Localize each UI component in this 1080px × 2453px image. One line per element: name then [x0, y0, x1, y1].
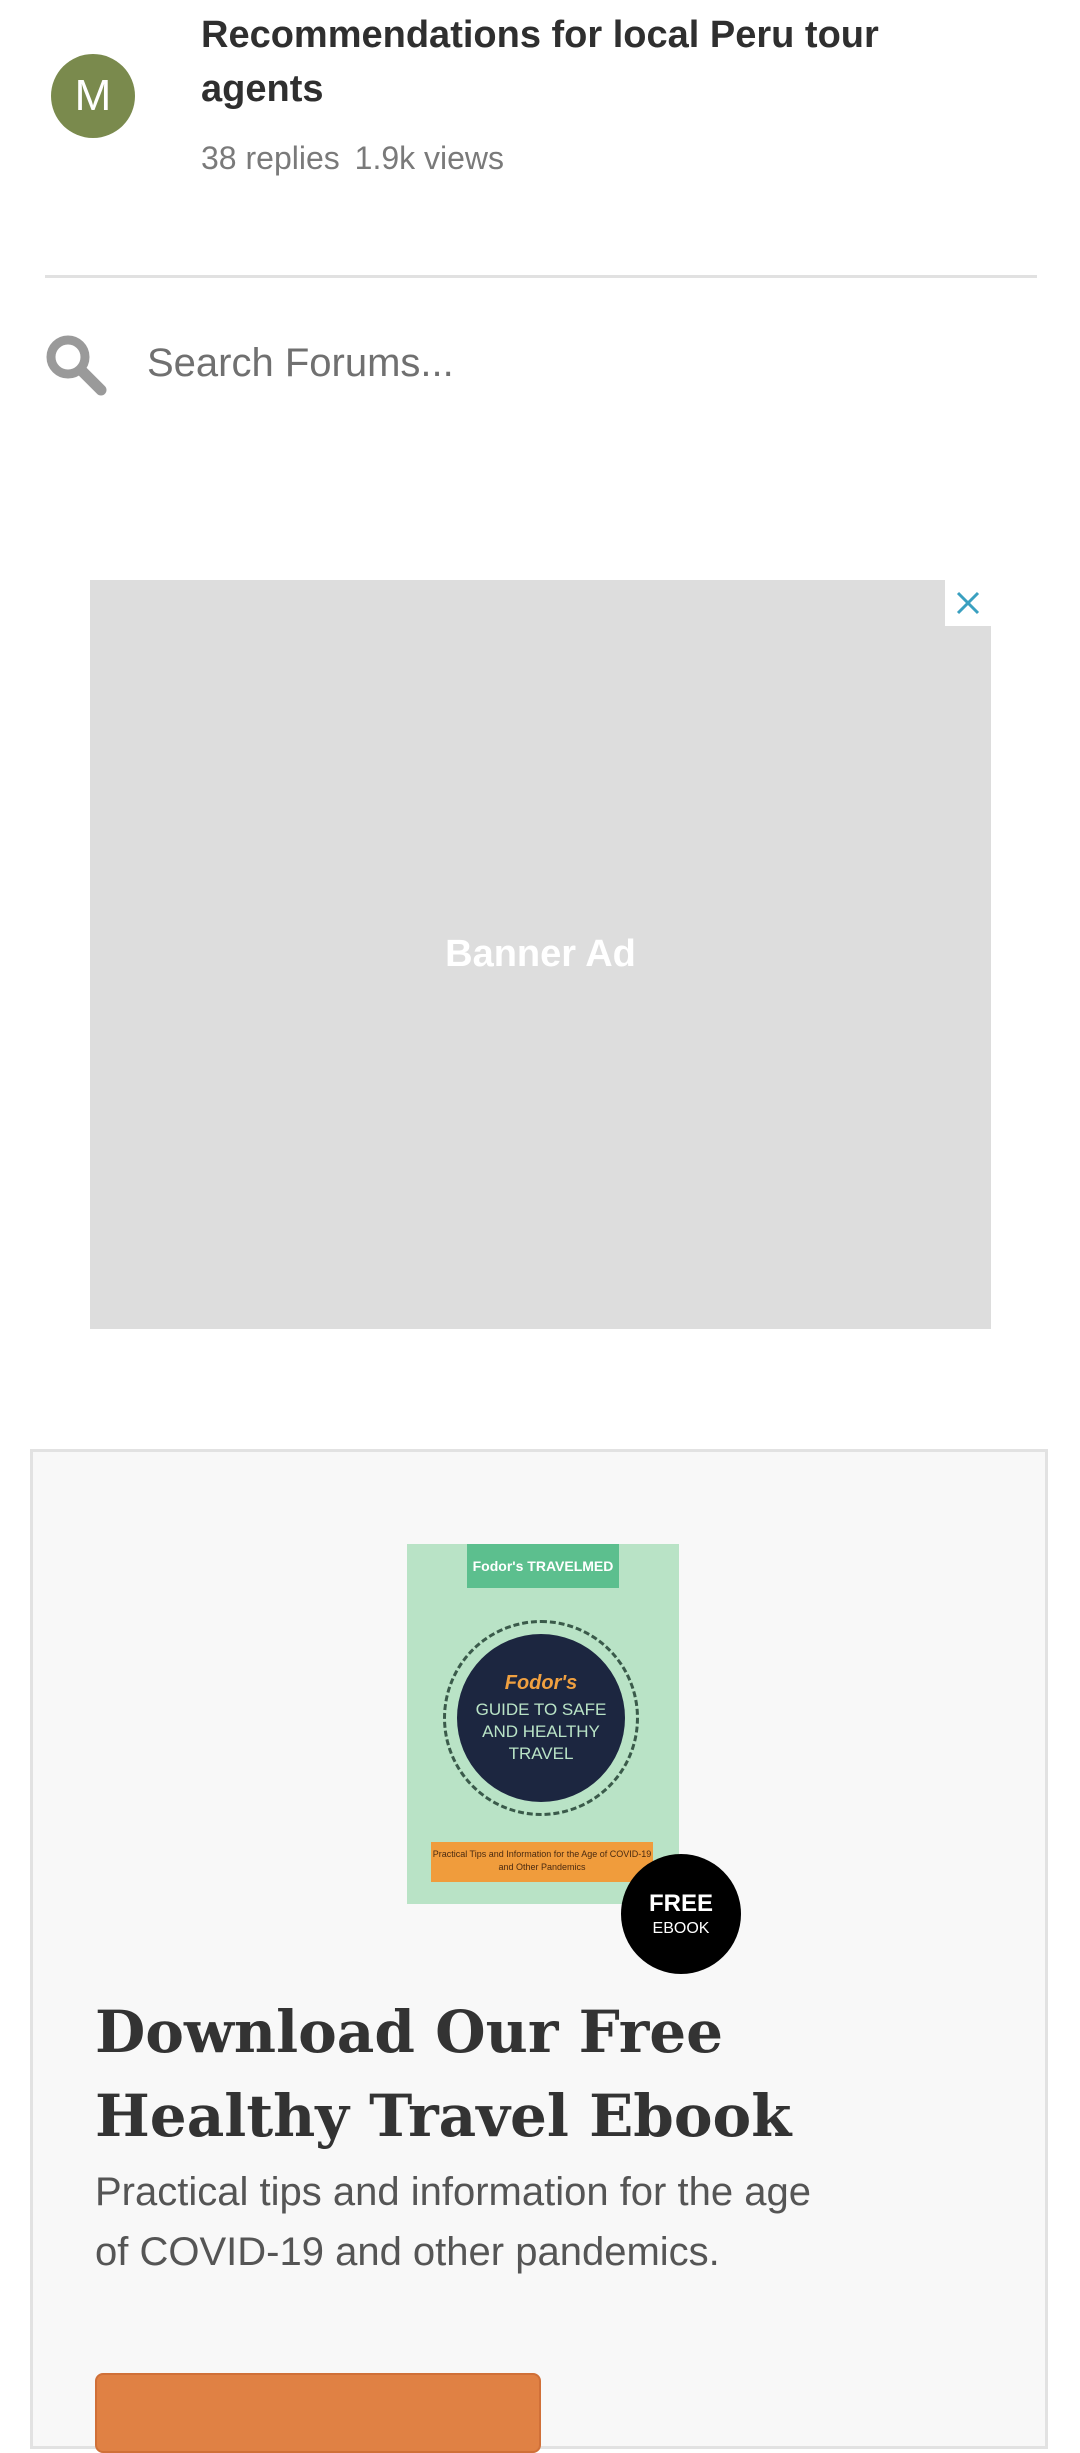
cover-title: GUIDE TO SAFE AND HEALTHY TRAVEL [475, 1699, 607, 1763]
cover-top-label: Fodor's TRAVELMED [467, 1544, 619, 1588]
thread-item[interactable]: M Recommendations for local Peru tour ag… [0, 0, 1080, 278]
search-icon[interactable] [43, 332, 109, 398]
badge-main: FREE [648, 1890, 713, 1917]
ad-close-button[interactable] [945, 580, 991, 626]
free-ebook-badge: FREE EBOOK [621, 1854, 741, 1974]
reply-count: 38 replies [201, 140, 340, 176]
banner-ad-label: Banner Ad [445, 933, 636, 975]
cover-circle: Fodor's GUIDE TO SAFE AND HEALTHY TRAVEL [457, 1634, 625, 1802]
ebook-cover[interactable]: Fodor's TRAVELMED Fodor's GUIDE TO SAFE … [407, 1544, 679, 1904]
close-icon [956, 591, 980, 615]
thread-meta: 38 replies 1.9k views [201, 140, 510, 177]
avatar: M [51, 54, 135, 138]
banner-ad[interactable]: Banner Ad [90, 580, 991, 1329]
badge-sub: EBOOK [652, 1920, 710, 1937]
avatar-initial: M [74, 71, 112, 120]
ebook-promo-card: Fodor's TRAVELMED Fodor's GUIDE TO SAFE … [30, 1449, 1048, 2453]
cover-banner: Practical Tips and Information for the A… [431, 1842, 653, 1882]
search-bar [0, 320, 1080, 410]
divider [45, 275, 1037, 278]
view-count: 1.9k views [354, 140, 505, 176]
download-button[interactable] [95, 2373, 541, 2453]
cover-brand: Fodor's [504, 1671, 578, 1694]
promo-heading: Download Our Free Healthy Travel Ebook [95, 1998, 792, 2150]
search-input[interactable] [145, 330, 1029, 396]
thread-title[interactable]: Recommendations for local Peru tour agen… [201, 8, 961, 116]
promo-description: Practical tips and information for the a… [95, 2170, 811, 2274]
